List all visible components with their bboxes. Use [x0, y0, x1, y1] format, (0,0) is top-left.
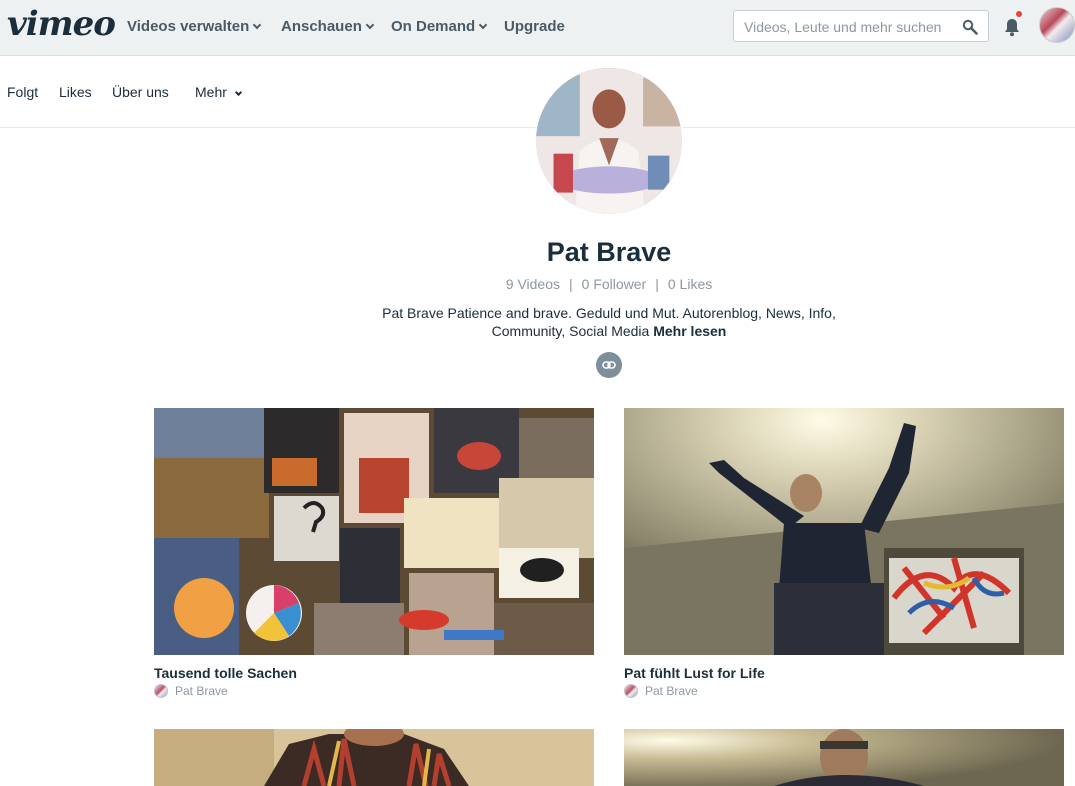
likes-count[interactable]: 0 Likes	[668, 276, 712, 292]
stats-separator: |	[569, 276, 573, 292]
subnav-likes[interactable]: Likes	[59, 84, 92, 100]
chevron-down-icon	[478, 20, 488, 30]
vimeo-logo[interactable]: vimeo	[7, 4, 116, 44]
search-input[interactable]	[744, 17, 954, 37]
video-title[interactable]: Pat fühlt Lust for Life	[624, 665, 1064, 681]
search-icon[interactable]	[962, 19, 978, 35]
nav-on-demand[interactable]: On Demand	[391, 18, 488, 35]
video-card[interactable]: Tausend tolle Sachen Pat Brave	[154, 408, 594, 698]
thumbnail-image	[624, 729, 1064, 786]
subnav-mehr[interactable]: Mehr	[195, 84, 242, 100]
video-author[interactable]: Pat Brave	[154, 684, 594, 698]
profile-avatar[interactable]	[534, 66, 684, 216]
bio-text: Pat Brave Patience and brave. Geduld und…	[382, 305, 836, 339]
stats-separator: |	[655, 276, 659, 292]
video-thumbnail[interactable]	[154, 729, 594, 786]
nav-label: Anschauen	[281, 18, 362, 35]
nav-anschauen[interactable]: Anschauen	[281, 18, 375, 35]
read-more-link[interactable]: Mehr lesen	[653, 323, 726, 339]
profile-bio: Pat Brave Patience and brave. Geduld und…	[370, 304, 848, 340]
author-name: Pat Brave	[175, 684, 228, 698]
nav-label: Videos verwalten	[127, 18, 250, 35]
video-thumbnail[interactable]	[154, 408, 594, 655]
profile-name: Pat Brave	[546, 237, 672, 267]
video-card[interactable]: Pat fühlt Lust for Life Pat Brave	[624, 408, 1064, 698]
notification-dot	[1016, 11, 1022, 17]
chevron-down-icon	[253, 20, 262, 30]
subnav-label: Über uns	[112, 84, 169, 100]
link-icon	[602, 361, 616, 369]
subnav-ueber-uns[interactable]: Über uns	[112, 84, 169, 100]
video-author[interactable]: Pat Brave	[624, 684, 1064, 698]
bell-icon[interactable]	[1003, 17, 1021, 37]
nav-label: On Demand	[391, 18, 476, 35]
chevron-down-icon	[365, 20, 375, 30]
nav-upgrade[interactable]: Upgrade	[504, 18, 565, 35]
videos-count[interactable]: 9 Videos	[506, 276, 560, 292]
subnav-label: Likes	[59, 84, 92, 100]
thumbnail-image	[624, 408, 1064, 655]
thumbnail-image	[154, 729, 594, 786]
subnav-folgt[interactable]: Folgt	[7, 84, 38, 100]
subnav-label: Mehr	[195, 84, 227, 100]
video-card[interactable]	[624, 729, 1064, 786]
user-avatar[interactable]	[1039, 7, 1075, 43]
video-thumbnail[interactable]	[624, 408, 1064, 655]
video-card[interactable]	[154, 729, 594, 786]
nav-videos-verwalten[interactable]: Videos verwalten	[127, 18, 262, 35]
thumbnail-image	[154, 408, 594, 655]
video-title[interactable]: Tausend tolle Sachen	[154, 665, 594, 681]
profile-photo	[536, 68, 682, 214]
followers-count[interactable]: 0 Follower	[582, 276, 647, 292]
top-navigation-bar: vimeo Videos verwalten Anschauen On Dema…	[0, 0, 1075, 56]
search-box	[733, 10, 989, 42]
website-link-button[interactable]	[596, 352, 622, 378]
profile-stats: 9 Videos | 0 Follower | 0 Likes	[0, 276, 1075, 292]
nav-label: Upgrade	[504, 18, 565, 35]
video-thumbnail[interactable]	[624, 729, 1064, 786]
subnav-label: Folgt	[7, 84, 39, 100]
author-avatar	[624, 684, 638, 698]
author-name: Pat Brave	[645, 684, 698, 698]
author-avatar	[154, 684, 168, 698]
chevron-down-icon	[234, 88, 242, 97]
